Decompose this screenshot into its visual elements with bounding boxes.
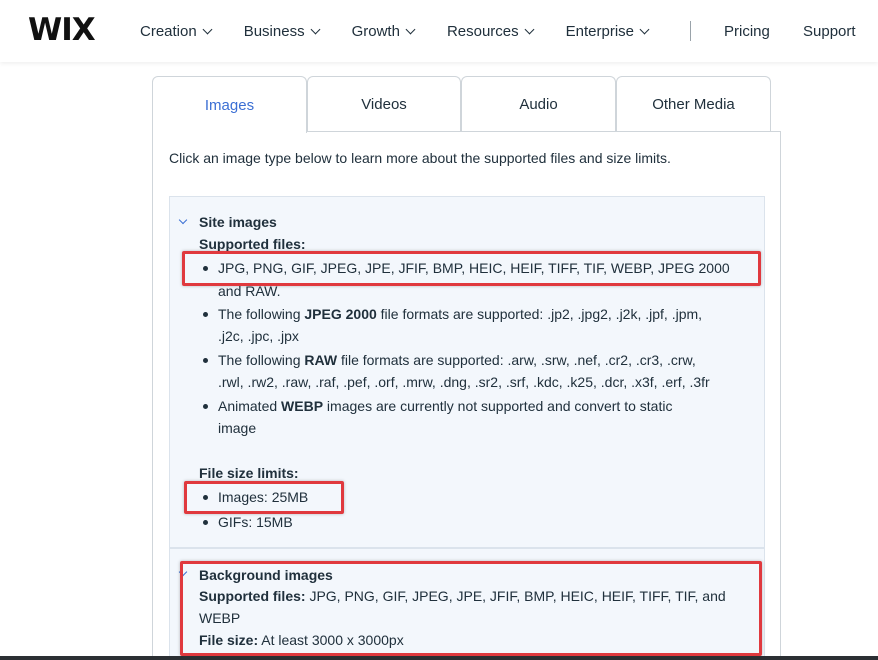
limit-gifs: GIFs: 15MB	[218, 514, 293, 530]
nav-business[interactable]: Business	[243, 22, 321, 40]
raw-formats-line1: The following RAW file formats are suppo…	[218, 352, 696, 368]
nav-divider	[690, 21, 691, 41]
chevron-down-icon	[524, 24, 535, 34]
supported-files-label: Supported files:	[199, 236, 306, 252]
bg-file-size: File size: At least 3000 x 3000px	[199, 632, 404, 648]
panel-divider	[307, 131, 781, 132]
bottom-bar	[0, 656, 878, 660]
nav-creation[interactable]: Creation	[140, 22, 213, 40]
file-size-limits-label: File size limits:	[199, 465, 299, 481]
limit-images: Images: 25MB	[218, 489, 309, 505]
nav-support[interactable]: Support	[803, 0, 856, 62]
bg-supported-line2: WEBP	[199, 610, 241, 626]
chevron-down-icon	[405, 24, 416, 34]
chevron-down-icon	[202, 24, 213, 34]
nav-label: Growth	[351, 22, 400, 40]
nav-pricing[interactable]: Pricing	[724, 0, 770, 62]
section-title-site-images[interactable]: Site images	[199, 214, 277, 230]
supported-formats-line1: JPG, PNG, GIF, JPEG, JPE, JFIF, BMP, HEI…	[218, 260, 730, 276]
supported-formats-line2: and RAW.	[218, 283, 281, 299]
bullet	[203, 520, 208, 525]
nav-growth[interactable]: Growth	[351, 22, 416, 40]
nav-resources[interactable]: Resources	[446, 22, 535, 40]
nav-label: Business	[243, 22, 305, 40]
bullet	[203, 358, 208, 363]
nav-label: Resources	[446, 22, 519, 40]
tab-images[interactable]: Images	[152, 76, 307, 133]
webp-note-line1: Animated WEBP images are currently not s…	[218, 398, 673, 414]
jpeg2000-formats-line1: The following JPEG 2000 file formats are…	[218, 306, 703, 322]
bullet	[203, 495, 208, 500]
jpeg2000-formats-line2: .j2c, .jpc, .jpx	[218, 328, 299, 344]
nav-label: Creation	[140, 22, 197, 40]
bullet	[203, 404, 208, 409]
section-title-background-images[interactable]: Background images	[199, 567, 333, 583]
wix-logo[interactable]: WIX	[28, 12, 96, 48]
tab-videos[interactable]: Videos	[307, 76, 461, 132]
chevron-down-icon	[639, 24, 650, 34]
tab-audio[interactable]: Audio	[461, 76, 616, 132]
site-header: WIX Creation Business Growth Resources E…	[0, 0, 878, 62]
webp-note-line2: image	[218, 420, 257, 436]
intro-text: Click an image type below to learn more …	[169, 150, 671, 166]
tab-other-media[interactable]: Other Media	[616, 76, 771, 132]
bg-supported-line1: Supported files: JPG, PNG, GIF, JPEG, JP…	[199, 588, 726, 604]
chevron-down-icon	[310, 24, 321, 34]
nav-enterprise[interactable]: Enterprise	[565, 22, 650, 40]
bullet	[203, 312, 208, 317]
main-nav: Creation Business Growth Resources Enter…	[140, 0, 681, 62]
nav-label: Enterprise	[565, 22, 635, 40]
raw-formats-line2: .rwl, .rw2, .raw, .raf, .pef, .orf, .mrw…	[218, 374, 710, 390]
bullet	[203, 266, 208, 271]
